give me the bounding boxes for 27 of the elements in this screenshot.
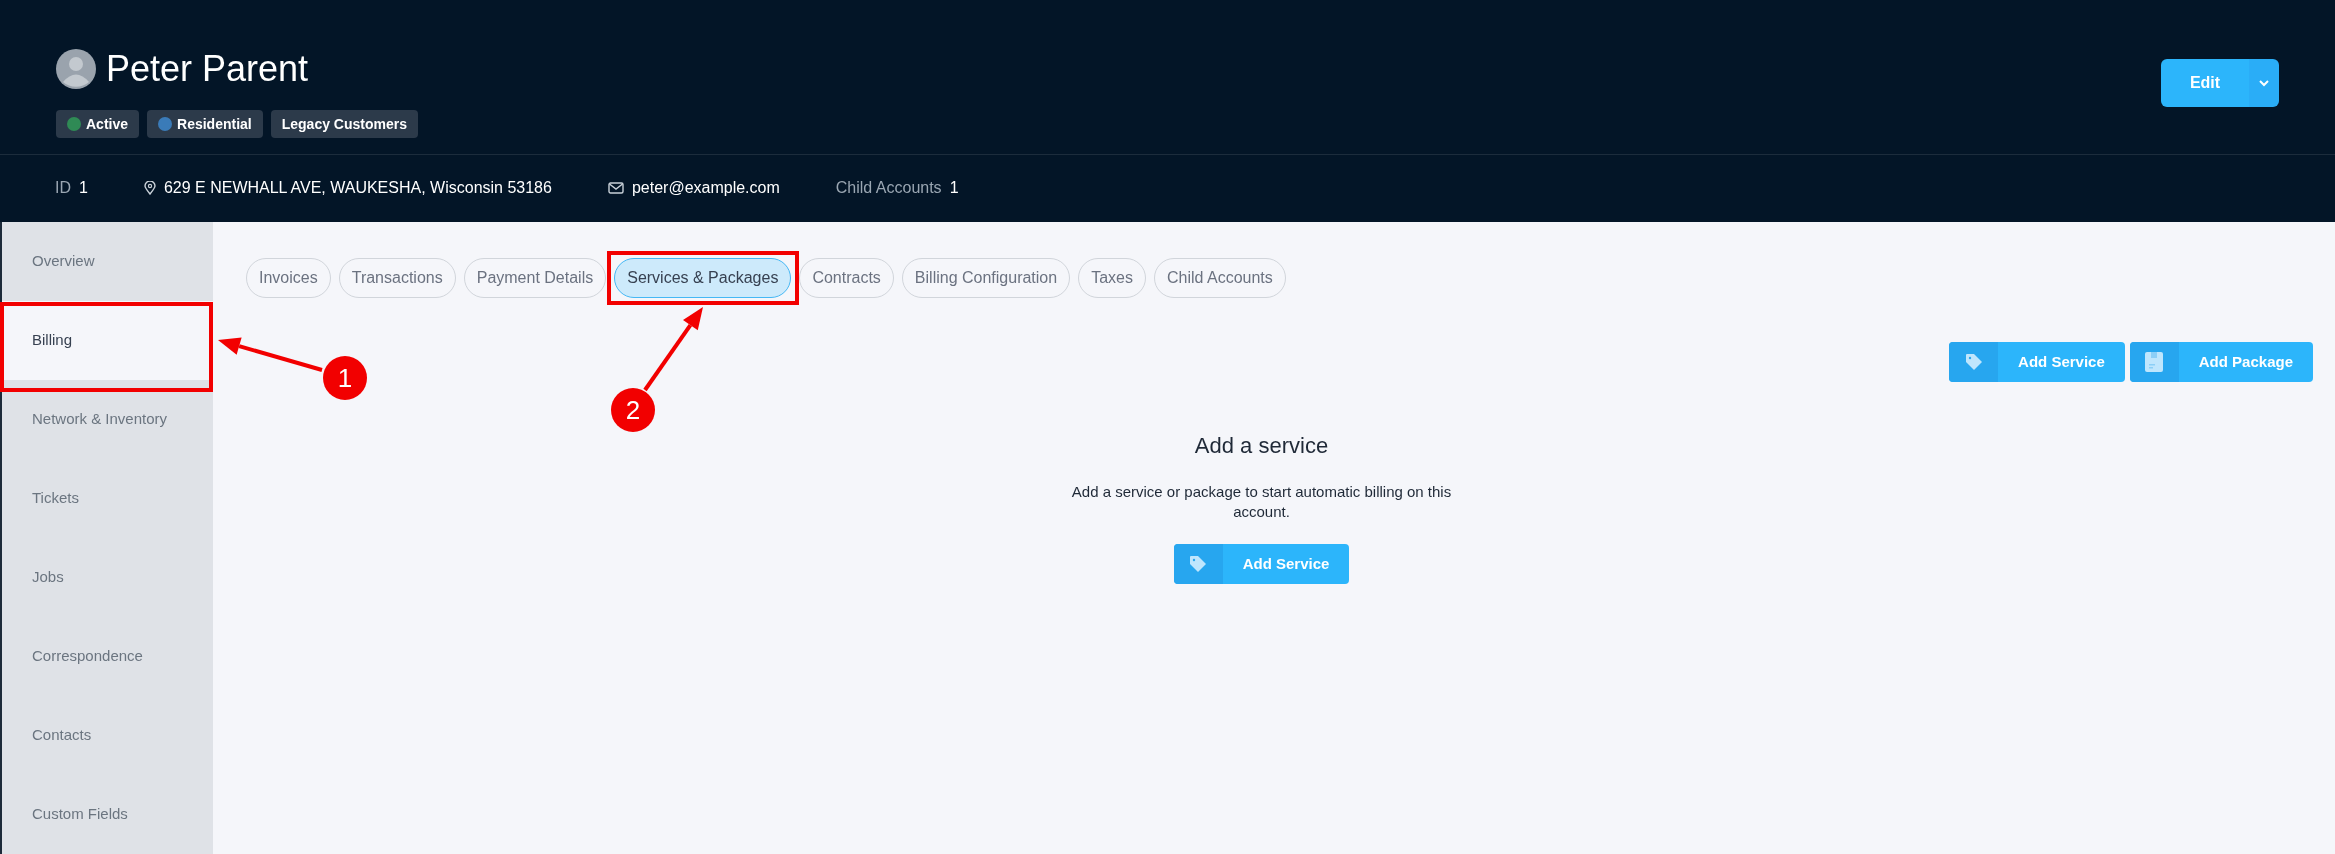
customer-name: Peter Parent	[106, 47, 309, 91]
empty-state-title: Add a service	[1194, 432, 1329, 460]
field-label: Child Accounts	[835, 178, 942, 199]
tab[interactable]: Services & Packages	[614, 258, 792, 298]
sidebar-item[interactable]: Custom Fields	[2, 775, 213, 854]
empty-state-description: Add a service or package to start automatic billing on this account.	[1070, 482, 1453, 522]
sidebar-item[interactable]: Overview	[2, 222, 213, 301]
add-service-button[interactable]: Add Service	[1949, 342, 2125, 382]
field-value: 1	[79, 178, 88, 199]
add-package-button[interactable]: Add Package	[2129, 342, 2313, 382]
badge-label: Active	[86, 114, 129, 134]
street-address: 629 E NEWHALL AVE, WAUKESHA, Wisconsin 53186	[163, 178, 552, 199]
status-badge: Legacy Customers	[270, 110, 418, 138]
sidebar-item[interactable]: Contacts	[2, 696, 213, 775]
email-address: peter@example.com	[631, 178, 780, 199]
field-value: 1	[949, 178, 959, 199]
add-service-button[interactable]: Add Service	[1173, 544, 1350, 584]
field-label: ID	[55, 178, 71, 199]
step-number: 1	[323, 356, 367, 400]
sidebar-item[interactable]: Tickets	[2, 459, 213, 538]
step-number: 2	[611, 388, 655, 432]
sidebar-item[interactable]: Jobs	[2, 538, 213, 617]
edit-button[interactable]: Edit	[2161, 59, 2249, 107]
sidebar-item[interactable]: Billing	[2, 301, 213, 380]
sidebar-item[interactable]: Correspondence	[2, 617, 213, 696]
badge-label: Residential	[177, 114, 252, 134]
sidebar-item[interactable]: Network & Inventory	[2, 380, 213, 459]
